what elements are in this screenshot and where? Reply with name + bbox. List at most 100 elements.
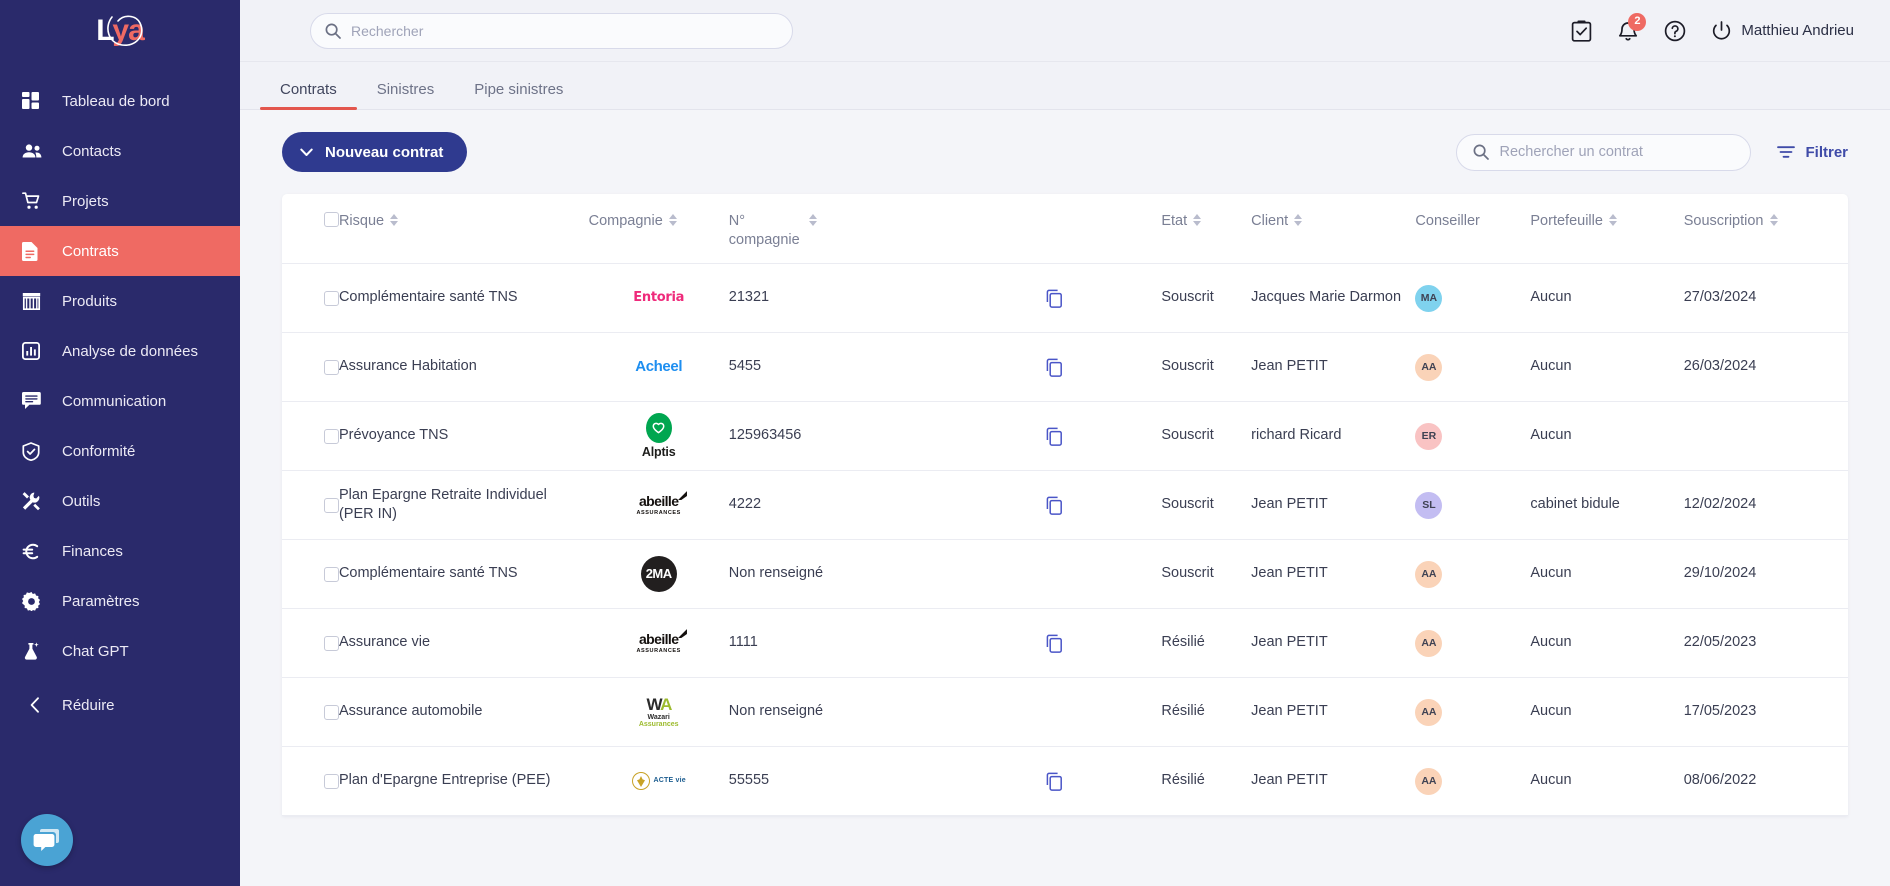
tab-sinistres[interactable]: Sinistres: [357, 81, 455, 109]
table-row[interactable]: Plan Epargne Retraite Individuel (PER IN…: [282, 470, 1848, 541]
copy-icon[interactable]: [1046, 634, 1161, 653]
cell-conseiller: AA: [1415, 677, 1531, 748]
table-row[interactable]: Plan d'Epargne Entreprise (PEE) ACTE vie 5…: [282, 746, 1848, 817]
cell-compagnie: Acheel: [588, 332, 729, 403]
row-checkbox[interactable]: [324, 704, 339, 720]
cell-conseiller: AA: [1415, 746, 1531, 817]
sort-icon[interactable]: [808, 212, 817, 226]
app-logo[interactable]: Lya: [0, 0, 240, 62]
th-portefeuille[interactable]: Portefeuille: [1530, 194, 1684, 265]
company-logo-2ma: 2MA: [640, 556, 677, 593]
copy-icon[interactable]: [1046, 427, 1161, 446]
sort-icon[interactable]: [390, 212, 399, 226]
sidebar-item-parametres[interactable]: Paramètres: [0, 576, 240, 626]
sidebar-item-label: Tableau de bord: [62, 92, 170, 110]
sidebar-item-communication[interactable]: Communication: [0, 376, 240, 426]
chat-bubble-icon[interactable]: [21, 814, 73, 866]
table-row[interactable]: Complémentaire santé TNS 2MA Non renseigné…: [282, 539, 1848, 610]
copy-icon[interactable]: [1046, 289, 1161, 308]
cell-risque: Assurance Habitation: [338, 332, 589, 403]
search-input[interactable]: [351, 22, 778, 39]
th-compagnie[interactable]: Compagnie: [588, 194, 729, 265]
sidebar-item-conformite[interactable]: Conformité: [0, 426, 240, 476]
th-etat[interactable]: Etat: [1161, 194, 1252, 265]
cell-copy[interactable]: [1046, 746, 1162, 817]
cell-compagnie: abeille ASSURANCES: [588, 470, 729, 541]
tab-pipe-sinistres[interactable]: Pipe sinistres: [454, 81, 583, 109]
cell-copy[interactable]: [1046, 470, 1162, 541]
row-checkbox[interactable]: [324, 635, 339, 651]
cell-conseiller: MA: [1415, 263, 1531, 334]
sidebar-item-chat-gpt[interactable]: Chat GPT: [0, 626, 240, 676]
row-select-cell[interactable]: [282, 608, 339, 679]
row-checkbox[interactable]: [324, 773, 339, 789]
sort-icon[interactable]: [1608, 212, 1617, 226]
table-row[interactable]: Complémentaire santé TNS Entoria 21321 Sous…: [282, 263, 1848, 334]
sidebar-item-tableau-de-bord[interactable]: Tableau de bord: [0, 76, 240, 126]
contracts-toolbar: Nouveau contrat Filtrer: [282, 110, 1848, 194]
cell-copy[interactable]: [1046, 332, 1162, 403]
sidebar-item-contrats[interactable]: Contrats: [0, 226, 240, 276]
row-select-cell[interactable]: [282, 332, 339, 403]
row-select-cell[interactable]: [282, 677, 339, 748]
row-checkbox[interactable]: [324, 497, 339, 513]
sidebar-collapse-button[interactable]: Réduire: [0, 680, 240, 730]
help-circle-icon[interactable]: [1664, 20, 1686, 42]
sort-icon[interactable]: [1294, 212, 1303, 226]
row-select-cell[interactable]: [282, 401, 339, 472]
th-label: Client: [1251, 213, 1289, 229]
table-row[interactable]: Assurance vie abeille ASSURANCES 1111 Résili…: [282, 608, 1848, 679]
copy-icon[interactable]: [1046, 772, 1161, 791]
filter-icon: [1777, 145, 1796, 159]
sidebar-item-projets[interactable]: Projets: [0, 176, 240, 226]
row-checkbox[interactable]: [324, 428, 339, 444]
row-select-cell[interactable]: [282, 746, 339, 817]
document-icon: [22, 240, 48, 262]
cell-portefeuille: Aucun: [1530, 608, 1684, 679]
shield-check-icon: [22, 440, 48, 462]
bell-icon[interactable]: 2: [1618, 12, 1647, 42]
avatar: AA: [1415, 629, 1443, 657]
table-row[interactable]: Prévoyance TNS Alptis 125963456 Souscrit ric…: [282, 401, 1848, 472]
cell-copy[interactable]: [1046, 608, 1162, 679]
cell-copy[interactable]: [1046, 401, 1162, 472]
th-select-all[interactable]: [282, 194, 339, 265]
sort-icon[interactable]: [1769, 212, 1778, 226]
th-label: Etat: [1161, 213, 1188, 229]
user-menu[interactable]: Matthieu Andrieu: [1712, 21, 1854, 40]
row-select-cell[interactable]: [282, 539, 339, 610]
contract-search[interactable]: [1456, 133, 1752, 171]
row-select-cell[interactable]: [282, 470, 339, 541]
sidebar-nav: Tableau de bord Contacts Projets Contrat…: [0, 76, 240, 730]
row-checkbox[interactable]: [324, 290, 339, 306]
sort-icon[interactable]: [1193, 212, 1202, 226]
select-all-checkbox[interactable]: [324, 212, 339, 227]
global-search[interactable]: [310, 12, 793, 49]
cell-souscription: 08/06/2022: [1683, 746, 1848, 817]
sidebar-item-produits[interactable]: Produits: [0, 276, 240, 326]
tab-contrats[interactable]: Contrats: [260, 81, 357, 110]
table-row[interactable]: Assurance automobile WA Wazari Assurances No…: [282, 677, 1848, 748]
clipboard-check-icon[interactable]: [1571, 20, 1592, 42]
new-contract-button[interactable]: Nouveau contrat: [282, 132, 468, 172]
cell-copy[interactable]: [1046, 263, 1162, 334]
sidebar-item-outils[interactable]: Outils: [0, 476, 240, 526]
table-row[interactable]: Assurance Habitation Acheel 5455 Souscrit Je…: [282, 332, 1848, 403]
th-label: Risque: [338, 213, 385, 229]
row-checkbox[interactable]: [324, 566, 339, 582]
filter-button[interactable]: Filtrer: [1777, 144, 1848, 161]
sort-icon[interactable]: [668, 212, 677, 226]
th-risque[interactable]: Risque: [338, 194, 589, 265]
contract-search-input[interactable]: [1499, 144, 1735, 160]
copy-icon[interactable]: [1046, 496, 1161, 515]
sidebar-item-contacts[interactable]: Contacts: [0, 126, 240, 176]
th-souscription[interactable]: Souscription: [1683, 194, 1848, 265]
copy-icon[interactable]: [1046, 358, 1161, 377]
row-checkbox[interactable]: [324, 359, 339, 375]
th-client[interactable]: Client: [1251, 194, 1416, 265]
sidebar-item-analyse-de-donnees[interactable]: Analyse de données: [0, 326, 240, 376]
sidebar-item-finances[interactable]: Finances: [0, 526, 240, 576]
company-logo-alptis: Alptis: [642, 412, 676, 460]
th-num-compagnie[interactable]: N° compagnie: [728, 194, 1047, 265]
row-select-cell[interactable]: [282, 263, 339, 334]
